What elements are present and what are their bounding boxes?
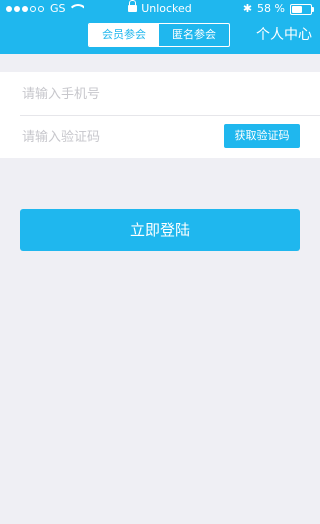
participation-segmented-control: 会员参会 匿名参会 <box>88 23 230 47</box>
phone-input[interactable] <box>20 82 214 106</box>
personal-center-link[interactable]: 个人中心 <box>256 25 312 45</box>
battery-icon <box>290 3 314 15</box>
phone-row <box>0 72 320 115</box>
login-form: 获取验证码 <box>0 72 320 158</box>
status-right: ✱ 58 % <box>242 0 314 18</box>
tab-anonymous-join[interactable]: 匿名参会 <box>159 24 229 46</box>
login-button[interactable]: 立即登陆 <box>20 209 300 251</box>
lock-icon <box>128 0 138 12</box>
bluetooth-icon: ✱ <box>242 2 253 15</box>
lock-status-label: Unlocked <box>141 2 192 15</box>
verification-code-input[interactable] <box>20 125 214 149</box>
battery-fill <box>292 5 303 13</box>
get-code-button[interactable]: 获取验证码 <box>224 124 300 148</box>
tab-member-join[interactable]: 会员参会 <box>89 24 159 46</box>
battery-percent-label: 58 % <box>257 2 285 15</box>
status-bar: GS Unlocked ✱ 58 % <box>0 0 320 18</box>
header-bar: GS Unlocked ✱ 58 % 会员参会 匿名参会 个人中心 <box>0 0 320 54</box>
